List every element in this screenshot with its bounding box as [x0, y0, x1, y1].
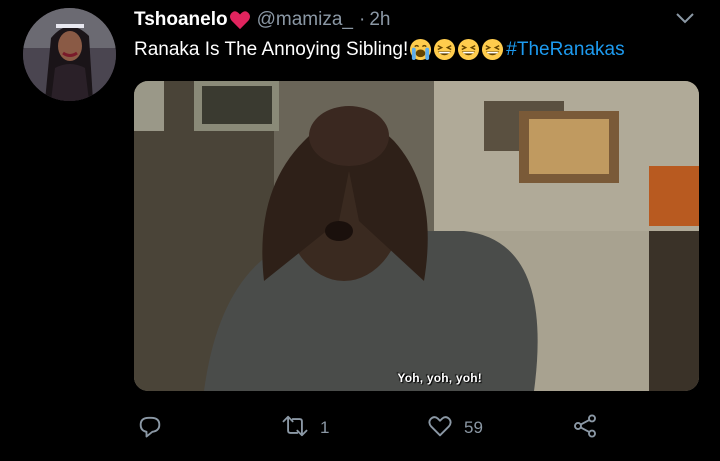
user-handle[interactable]: @mamiza_ [257, 9, 353, 31]
loudly-crying-face-icon [409, 38, 432, 61]
retweet-button[interactable]: 1 [280, 412, 329, 444]
timestamp[interactable]: 2h [369, 9, 390, 31]
grinning-squinting-face-icon [457, 38, 480, 61]
avatar[interactable] [23, 8, 116, 101]
like-count: 59 [464, 418, 483, 437]
tweet-header: Tshoanelo @mamiza_ · 2h [134, 8, 390, 32]
reply-icon [136, 412, 164, 445]
grinning-squinting-face-icon [433, 38, 456, 61]
hashtag-link[interactable]: #TheRanakas [506, 39, 624, 61]
reply-button[interactable] [136, 412, 174, 444]
grinning-squinting-face-icon [481, 38, 504, 61]
share-icon [571, 412, 599, 445]
display-name[interactable]: Tshoanelo [134, 9, 228, 31]
tweet-body: Ranaka Is The Annoying Sibling! [134, 38, 409, 60]
share-button[interactable] [571, 412, 599, 444]
chevron-down-icon[interactable] [674, 10, 696, 26]
tweet-media[interactable]: Yoh, yoh, yoh! [134, 81, 699, 391]
tweet-actions: 1 59 [134, 412, 714, 444]
retweet-count: 1 [320, 418, 330, 437]
tweet-text: Ranaka Is The Annoying Sibling! #TheRana… [134, 38, 625, 61]
retweet-icon [280, 412, 310, 445]
separator-dot: · [358, 9, 366, 30]
like-icon [426, 412, 454, 445]
heart-emoji-icon [229, 10, 251, 30]
like-button[interactable]: 59 [426, 412, 483, 444]
media-caption: Yoh, yoh, yoh! [397, 371, 482, 385]
